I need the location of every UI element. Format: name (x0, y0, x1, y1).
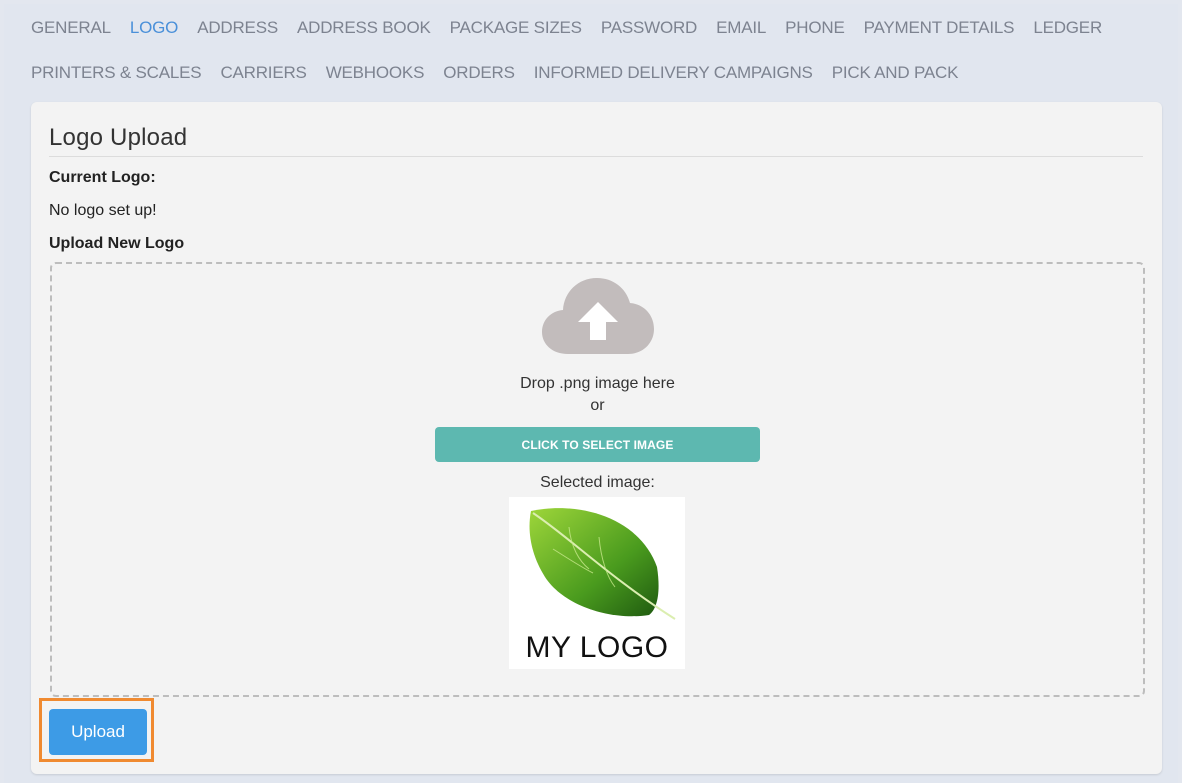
tab-ledger[interactable]: LEDGER (1033, 17, 1102, 39)
tab-payment-details[interactable]: PAYMENT DETAILS (864, 17, 1015, 39)
settings-tabs-row-2: PRINTERS & SCALES CARRIERS WEBHOOKS ORDE… (31, 62, 977, 84)
preview-logo-text: MY LOGO (525, 631, 669, 664)
image-dropzone[interactable]: Drop .png image here or CLICK TO SELECT … (50, 262, 1145, 697)
upload-new-logo-label: Upload New Logo (49, 235, 185, 252)
cloud-upload-icon (542, 278, 654, 354)
current-logo-value: No logo set up! (49, 202, 157, 219)
tab-password[interactable]: PASSWORD (601, 17, 698, 39)
tab-printers-scales[interactable]: PRINTERS & SCALES (31, 62, 202, 84)
divider (49, 156, 1143, 157)
tab-address[interactable]: ADDRESS (197, 17, 278, 39)
or-text: or (590, 397, 605, 414)
tab-package-sizes[interactable]: PACKAGE SIZES (450, 17, 582, 39)
tab-logo[interactable]: LOGO (130, 17, 179, 39)
tab-webhooks[interactable]: WEBHOOKS (326, 62, 425, 84)
selected-image-preview: MY LOGO (509, 497, 685, 669)
tab-carriers[interactable]: CARRIERS (220, 62, 306, 84)
tab-orders[interactable]: ORDERS (443, 62, 515, 84)
tab-phone[interactable]: PHONE (785, 17, 845, 39)
leaf-logo-icon (529, 508, 676, 620)
drop-instructions: Drop .png image here (520, 375, 675, 392)
tab-address-book[interactable]: ADDRESS BOOK (297, 17, 431, 39)
logo-upload-card: Logo Upload Current Logo: No logo set up… (31, 102, 1162, 774)
tab-general[interactable]: GENERAL (31, 17, 111, 39)
tab-informed-delivery-campaigns[interactable]: INFORMED DELIVERY CAMPAIGNS (534, 62, 813, 84)
select-image-button[interactable]: CLICK TO SELECT IMAGE (435, 427, 760, 462)
upload-button[interactable]: Upload (49, 709, 147, 755)
current-logo-label: Current Logo: (49, 169, 156, 186)
settings-tabs-row-1: GENERAL LOGO ADDRESS ADDRESS BOOK PACKAG… (31, 17, 1121, 39)
card-title: Logo Upload (49, 124, 188, 151)
tab-email[interactable]: EMAIL (716, 17, 766, 39)
tab-pick-and-pack[interactable]: PICK AND PACK (832, 62, 959, 84)
selected-image-label: Selected image: (540, 474, 655, 491)
